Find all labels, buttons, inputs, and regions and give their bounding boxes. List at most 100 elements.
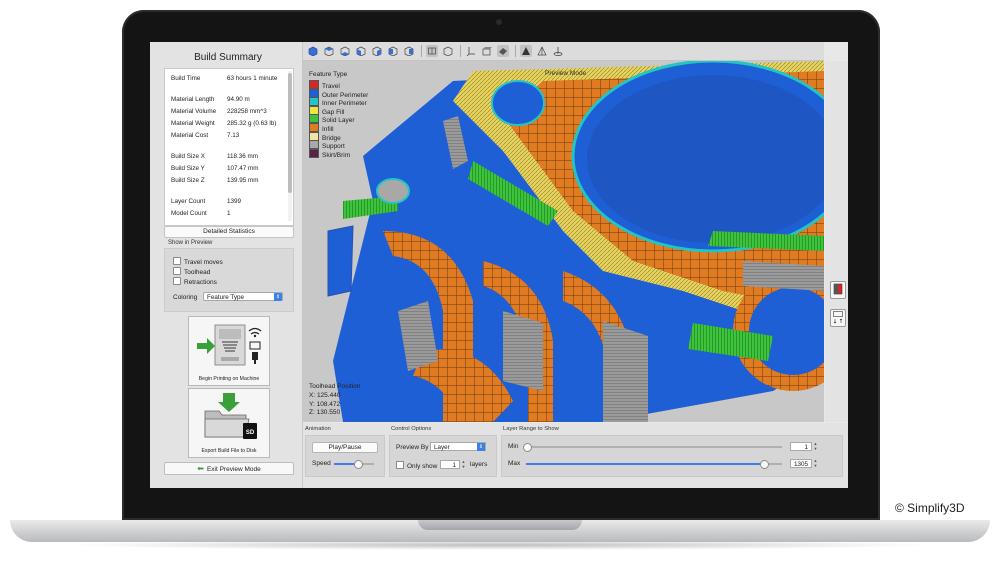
pin-icon[interactable] bbox=[552, 45, 564, 57]
summary-row: Build Size Y 107.47 mm bbox=[171, 165, 259, 172]
toolbar-separator bbox=[515, 45, 516, 57]
export-build-label: Export Build File to Disk bbox=[201, 448, 257, 454]
axes-icon[interactable] bbox=[465, 45, 477, 57]
summary-row: Material Length 94.90 m bbox=[171, 96, 250, 103]
view-back-icon[interactable] bbox=[371, 45, 383, 57]
max-slider-knob[interactable] bbox=[760, 460, 770, 469]
checkbox-icon[interactable] bbox=[173, 277, 181, 285]
laptop-notch bbox=[418, 520, 582, 530]
summary-row: Material Cost 7.13 bbox=[171, 132, 240, 139]
legend-item: Bridge bbox=[309, 131, 368, 142]
toolbar-separator bbox=[421, 45, 422, 57]
section-plane-icon[interactable] bbox=[536, 45, 548, 57]
play-pause-button[interactable]: Play/Pause bbox=[312, 442, 378, 453]
sd-card-label: SD bbox=[246, 430, 255, 436]
speed-slider-knob[interactable] bbox=[354, 460, 363, 469]
view-right-icon[interactable] bbox=[403, 45, 415, 57]
view-left-icon[interactable] bbox=[387, 45, 399, 57]
summary-row: Build Size Z 139.95 mm bbox=[171, 177, 259, 184]
view-top-icon[interactable] bbox=[323, 45, 335, 57]
build-summary-box: Build Time 63 hours 1 minute Material Len… bbox=[164, 68, 294, 226]
layers-stepper-icon[interactable]: ▲ ▼ bbox=[461, 459, 466, 469]
summary-row: Model Count 1 bbox=[171, 210, 231, 217]
dropdown-arrow-icon[interactable]: ⇕ bbox=[274, 293, 282, 301]
view-default-icon[interactable] bbox=[307, 45, 319, 57]
legend-item: Support bbox=[309, 140, 368, 150]
3d-preview-viewport[interactable]: Feature Type Travel Outer Perimeter Inne… bbox=[303, 61, 824, 422]
legend-title: Feature Type bbox=[309, 71, 348, 78]
bottom-controls: Animation Play/Pause Speed Control Optio… bbox=[303, 423, 848, 488]
preview-by-label: Preview By bbox=[396, 444, 429, 451]
begin-printing-button[interactable]: Begin Printing on Machine bbox=[188, 316, 270, 386]
coloring-label: Coloring bbox=[173, 294, 198, 301]
min-label: Min bbox=[508, 443, 519, 450]
min-slider-knob[interactable] bbox=[523, 443, 532, 452]
min-layer-slider[interactable] bbox=[523, 443, 782, 452]
animation-group: Play/Pause Speed bbox=[305, 435, 385, 477]
max-layer-slider[interactable] bbox=[526, 460, 782, 469]
coloring-select[interactable]: Feature Type ⇕ bbox=[203, 292, 283, 301]
legend-item: Skirt/Brim bbox=[309, 148, 368, 159]
right-tool-strip bbox=[825, 61, 848, 422]
travel-moves-checkbox[interactable]: Travel moves bbox=[173, 257, 223, 266]
view-front-icon[interactable] bbox=[355, 45, 367, 57]
printer-icon bbox=[197, 324, 262, 366]
only-show-checkbox[interactable]: Only show bbox=[396, 461, 437, 470]
summary-row: Material Volume 228258 mm^3 bbox=[171, 108, 267, 115]
legend-item: Inner Perimeter bbox=[309, 97, 368, 107]
perspective-icon[interactable] bbox=[426, 45, 438, 57]
max-slider-fill bbox=[526, 463, 765, 465]
cross-section-icon[interactable] bbox=[520, 45, 532, 57]
webcam bbox=[496, 19, 502, 25]
toolhead-checkbox[interactable]: Toolhead bbox=[173, 267, 210, 276]
summary-scroll-thumb[interactable] bbox=[288, 73, 292, 193]
toolhead-z: Z: 130.550 bbox=[309, 409, 341, 417]
legend-swatch bbox=[309, 148, 319, 158]
toolhead-title: Toolhead Position bbox=[309, 383, 361, 390]
max-layer-input[interactable]: 1305 bbox=[790, 459, 812, 468]
speed-slider[interactable] bbox=[334, 460, 374, 469]
detailed-statistics-button[interactable]: Detailed Statistics bbox=[164, 226, 294, 238]
only-show-layers-input[interactable]: 1 bbox=[440, 460, 460, 469]
legend-item: Travel bbox=[309, 80, 368, 90]
summary-row: Build Time 63 hours 1 minute bbox=[171, 75, 278, 82]
gcode-preview-render bbox=[303, 61, 824, 422]
legend-item: Outer Perimeter bbox=[309, 88, 368, 99]
legend-item: Solid Layer bbox=[309, 114, 368, 124]
export-build-file-button[interactable]: SD Export Build File to Disk bbox=[188, 388, 270, 458]
min-stepper-icon[interactable]: ▲ ▼ bbox=[813, 441, 818, 451]
control-options-title: Control Options bbox=[391, 426, 432, 432]
view-bottom-icon[interactable] bbox=[339, 45, 351, 57]
layer-range-title: Layer Range to Show bbox=[503, 426, 559, 432]
folder-sd-icon: SD bbox=[204, 393, 257, 439]
checkbox-icon[interactable] bbox=[396, 461, 404, 469]
summary-row: Layer Count 1399 bbox=[171, 198, 242, 205]
checkbox-icon[interactable] bbox=[173, 267, 181, 275]
layer-range-group: Min 1 ▲ ▼ Max 1305 ▲ ▼ bbox=[501, 435, 843, 477]
layer-nav-icon[interactable] bbox=[830, 309, 846, 327]
toolhead-position: Toolhead Position X: 125.440 Y: 108.472 … bbox=[309, 383, 360, 418]
build-summary-title: Build Summary bbox=[194, 52, 262, 63]
orthographic-icon[interactable] bbox=[442, 45, 454, 57]
toolhead-x: X: 125.440 bbox=[309, 391, 341, 399]
copyright-text: © Simplify3D bbox=[895, 501, 965, 515]
app-screen: Build Summary Build Time 63 hours 1 minut… bbox=[150, 42, 848, 488]
animation-title: Animation bbox=[305, 426, 331, 432]
retractions-checkbox[interactable]: Retractions bbox=[173, 277, 217, 286]
build-volume-icon[interactable] bbox=[481, 45, 493, 57]
summary-row: Material Weight 285.32 g (0.63 lb) bbox=[171, 120, 277, 127]
preview-mode-label: Preview Mode bbox=[545, 70, 587, 77]
show-in-preview-label: Show in Preview bbox=[168, 240, 213, 246]
exit-preview-button[interactable]: ⬅ Exit Preview Mode bbox=[164, 462, 294, 475]
toolbar-separator bbox=[460, 45, 461, 57]
view-toolbar bbox=[303, 42, 824, 61]
min-layer-input[interactable]: 1 bbox=[790, 442, 812, 451]
max-stepper-icon[interactable]: ▲ ▼ bbox=[813, 458, 818, 468]
summary-row: Build Size X 118.36 mm bbox=[171, 153, 259, 160]
model-view-icon[interactable] bbox=[830, 281, 846, 299]
dropdown-arrow-icon[interactable]: ⇕ bbox=[477, 443, 485, 451]
checkbox-icon[interactable] bbox=[173, 257, 181, 265]
shaded-view-icon[interactable] bbox=[497, 45, 509, 57]
preview-by-select[interactable]: Layer ⇕ bbox=[430, 442, 486, 451]
layers-label: layers bbox=[470, 461, 488, 468]
